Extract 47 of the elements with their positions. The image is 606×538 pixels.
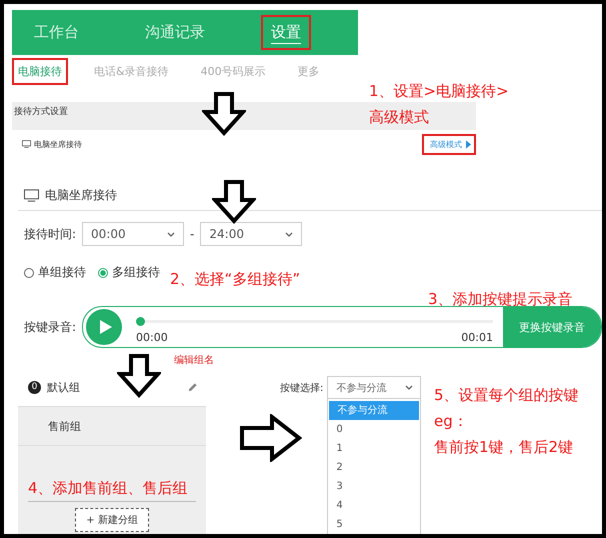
panel-title: 电脑坐席接待 [45, 186, 117, 204]
advanced-mode-link[interactable]: 高级模式 [422, 134, 476, 154]
annotation-text: 5、设置每个组的按键 [434, 385, 579, 406]
dropdown-option[interactable]: 0 [328, 420, 420, 439]
down-arrow-icon [212, 180, 256, 224]
pencil-icon[interactable] [187, 382, 198, 392]
group-number-badge: 0 [28, 380, 41, 394]
time-label: 接待时间: [24, 226, 76, 242]
key-select[interactable]: 不参与分流 [327, 376, 422, 399]
dropdown-option[interactable]: 2 [328, 458, 420, 477]
down-arrow-icon [117, 354, 161, 398]
annotation-text: 2、选择“多组接待” [170, 269, 300, 290]
row-label: 电脑坐席接待 [34, 138, 82, 150]
annotation-text: 4、添加售前组、售后组 [28, 478, 188, 499]
dropdown-option[interactable]: 1 [328, 439, 420, 458]
dropdown-option[interactable]: 3 [328, 477, 420, 496]
right-arrow-icon [240, 414, 302, 462]
elapsed-time: 00:00 [136, 331, 168, 344]
end-time-select[interactable]: 24:00 [200, 222, 302, 246]
total-time: 00:01 [461, 331, 493, 344]
annotation-text: 售前按1键，售后2键 [434, 437, 574, 458]
play-icon [99, 319, 114, 335]
group-item[interactable]: 0 默认组 [18, 368, 206, 407]
monitor-icon [24, 188, 39, 202]
play-button[interactable] [86, 309, 122, 345]
annotation-text: 1、设置>电脑接待> [369, 81, 509, 102]
annotation-text: 3、添加按键提示录音 [428, 289, 573, 310]
new-group-button[interactable]: + 新建分组 [75, 508, 149, 532]
dropdown-option[interactable]: 5 [328, 515, 420, 534]
key-select-label: 按键选择: [280, 382, 324, 396]
down-arrow-icon [202, 92, 246, 136]
recording-label: 按键录音: [24, 318, 76, 336]
group-item[interactable]: 售前组 [18, 407, 206, 446]
annotation-text: 高级模式 [369, 107, 430, 128]
range-separator: - [190, 227, 194, 241]
dropdown-option[interactable]: 4 [328, 496, 420, 515]
start-time-select[interactable]: 00:00 [82, 222, 184, 246]
chevron-down-icon [167, 232, 176, 236]
chevron-down-icon [405, 385, 414, 390]
progress-handle[interactable] [136, 317, 146, 326]
annotation-text: eg： [434, 411, 469, 432]
triangle-right-icon [466, 140, 471, 148]
monitor-icon [22, 140, 31, 148]
chevron-down-icon [285, 232, 294, 236]
edit-group-name-note: 编辑组名 [174, 354, 214, 367]
mode-radio[interactable]: 单组接待 [24, 264, 86, 281]
mode-radio[interactable]: 多组接待 [98, 264, 160, 281]
